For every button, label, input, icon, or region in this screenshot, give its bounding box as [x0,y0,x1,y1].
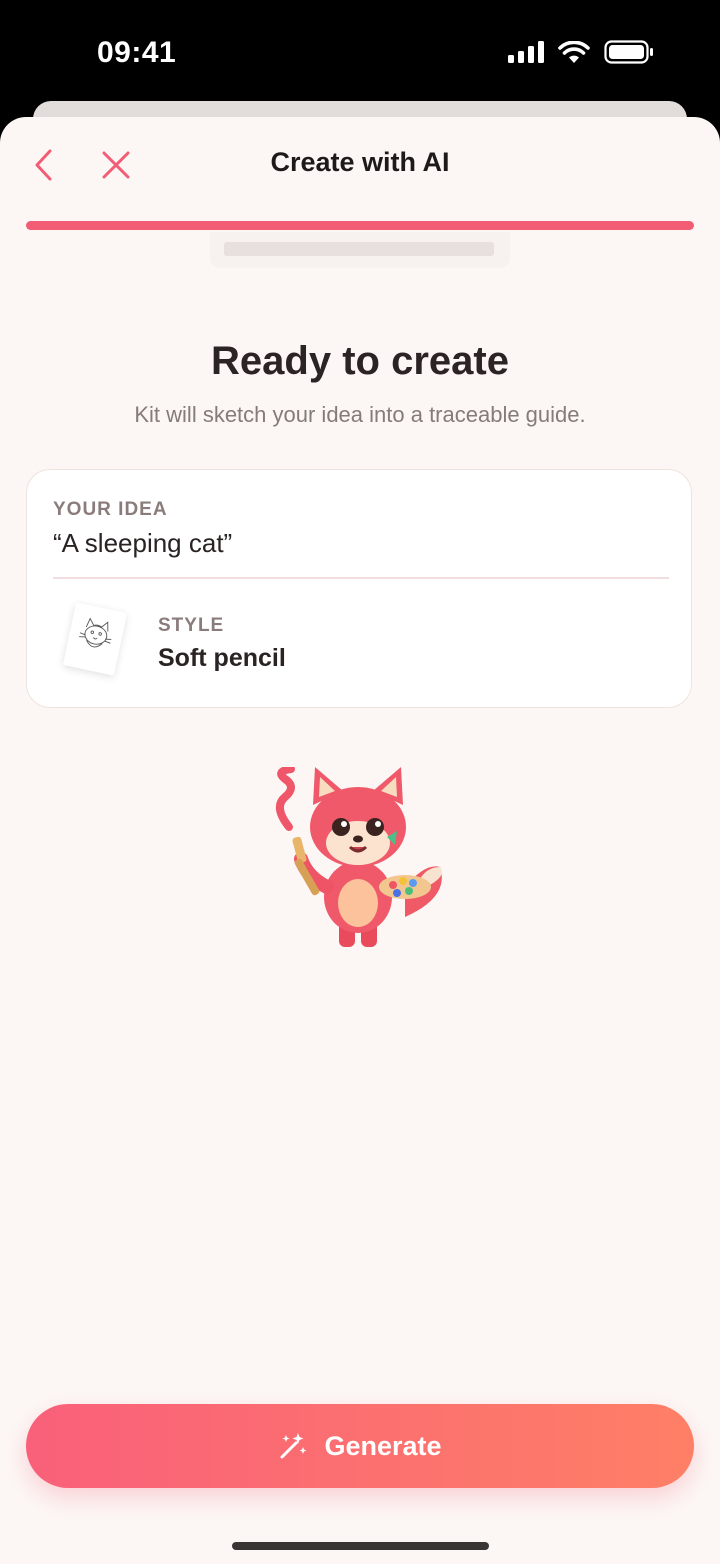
generate-button-label: Generate [324,1430,442,1461]
status-icons [508,40,654,64]
magic-wand-icon [280,1433,307,1459]
wifi-icon [558,40,590,63]
fox-painter-mascot [275,767,443,947]
style-label: STYLE [158,615,225,636]
style-value: Soft pencil [158,644,286,672]
cellular-signal-icon [508,41,544,63]
status-time: 09:41 [97,36,177,69]
progress-shadow-tab [210,232,510,268]
idea-label: YOUR IDEA [53,499,168,520]
home-indicator [232,1542,489,1550]
ready-subtitle: Kit will sketch your idea into a traceab… [134,402,586,427]
ready-heading: Ready to create [211,339,509,383]
cat-sketch-thumbnail [62,602,128,676]
create-sheet: Create with AI Ready to create Kit will … [0,117,720,1564]
status-bar: 09:41 [0,0,720,110]
progress-bar [26,221,694,230]
battery-icon [604,40,653,64]
generate-button[interactable]: Generate [26,1404,694,1488]
divider [53,577,669,579]
idea-value: “A sleeping cat” [53,528,233,558]
nav-bar: Create with AI [0,117,720,212]
summary-card: YOUR IDEA “A sleeping cat” STYLE Soft pe… [26,469,692,708]
progress-fill [26,221,694,230]
page-title: Create with AI [270,147,450,177]
